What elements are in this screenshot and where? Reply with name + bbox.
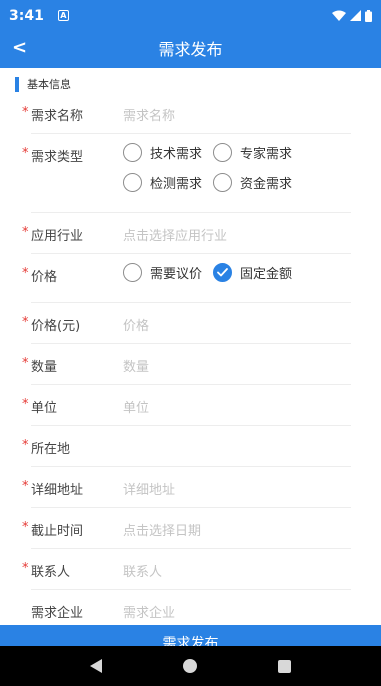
required-mark: * <box>22 266 29 281</box>
name-label: 需求名称 <box>31 109 84 124</box>
form-row-quantity: * 数量 数量 <box>0 344 381 385</box>
form-row-price-amount: * 价格(元) 价格 <box>0 303 381 344</box>
required-mark: * <box>22 225 29 240</box>
type-option-expert[interactable]: 专家需求 <box>213 143 292 162</box>
type-option-label: 专家需求 <box>240 147 293 162</box>
type-option-label: 资金需求 <box>240 177 293 192</box>
price-option-label: 需要议价 <box>150 267 203 282</box>
price-amount-input[interactable]: 价格 <box>123 315 149 334</box>
required-mark: * <box>22 438 29 453</box>
page-title: 需求发布 <box>158 40 223 59</box>
type-option-funding[interactable]: 资金需求 <box>213 173 292 192</box>
address-input[interactable]: 详细地址 <box>123 479 175 498</box>
type-label: 需求类型 <box>31 150 84 165</box>
status-icons <box>332 9 372 22</box>
price-amount-label: 价格(元) <box>31 319 81 334</box>
required-mark: * <box>22 315 29 330</box>
form-row-address: * 详细地址 详细地址 <box>0 467 381 508</box>
status-bar: 3:41 A <box>0 0 381 31</box>
radio-circle <box>123 143 142 162</box>
unit-label: 单位 <box>31 401 58 416</box>
type-option-label: 技术需求 <box>150 147 203 162</box>
contact-input[interactable]: 联系人 <box>123 561 162 580</box>
form-row-company: 需求企业 需求企业 <box>0 590 381 625</box>
price-option-label: 固定金额 <box>240 267 293 282</box>
section-accent-bar <box>15 77 19 92</box>
battery-icon <box>365 9 372 22</box>
unit-input[interactable]: 单位 <box>123 397 149 416</box>
company-input[interactable]: 需求企业 <box>123 602 175 621</box>
type-option-testing[interactable]: 检测需求 <box>123 173 202 192</box>
required-mark: * <box>22 356 29 371</box>
name-input[interactable]: 需求名称 <box>123 105 175 124</box>
radio-circle <box>123 173 142 192</box>
required-mark: * <box>22 105 29 120</box>
submit-button[interactable]: 需求发布 <box>0 625 381 646</box>
required-mark: * <box>22 146 29 161</box>
price-option-fixed[interactable]: 固定金额 <box>213 263 292 282</box>
checkmark-icon <box>213 263 232 282</box>
deadline-picker[interactable]: 点击选择日期 <box>123 520 201 539</box>
type-option-label: 检测需求 <box>150 177 203 192</box>
form-row-contact: * 联系人 联系人 <box>0 549 381 590</box>
form-row-deadline: * 截止时间 点击选择日期 <box>0 508 381 549</box>
radio-circle <box>213 143 232 162</box>
nav-home-icon[interactable] <box>182 659 197 673</box>
required-mark: * <box>22 397 29 412</box>
required-mark: * <box>22 479 29 494</box>
radio-circle <box>123 263 142 282</box>
type-option-tech[interactable]: 技术需求 <box>123 143 202 162</box>
industry-picker[interactable]: 点击选择应用行业 <box>123 225 227 244</box>
nav-recent-apps-icon[interactable] <box>277 659 291 673</box>
section-title: 基本信息 <box>27 78 71 91</box>
app-header: < 需求发布 <box>0 31 381 68</box>
wifi-icon <box>332 10 346 21</box>
company-label: 需求企业 <box>31 606 84 621</box>
contact-label: 联系人 <box>31 565 71 580</box>
required-mark: * <box>22 561 29 576</box>
address-label: 详细地址 <box>31 483 84 498</box>
location-label: 所在地 <box>31 442 71 457</box>
form-row-type: * 需求类型 技术需求 专家需求 检测需求 资金需求 <box>0 134 381 213</box>
quantity-label: 数量 <box>31 360 58 375</box>
required-mark: * <box>22 520 29 535</box>
system-nav-bar <box>0 646 381 686</box>
form-row-price: * 价格 需要议价 固定金额 <box>0 254 381 303</box>
signal-icon <box>350 10 361 21</box>
industry-label: 应用行业 <box>31 229 84 244</box>
form-row-name: * 需求名称 需求名称 <box>0 93 381 134</box>
form-row-industry: * 应用行业 点击选择应用行业 <box>0 213 381 254</box>
radio-circle <box>213 173 232 192</box>
price-label: 价格 <box>31 270 58 285</box>
deadline-label: 截止时间 <box>31 524 84 539</box>
form-row-location: * 所在地 <box>0 426 381 467</box>
quantity-input[interactable]: 数量 <box>123 356 149 375</box>
nav-back-icon[interactable] <box>90 659 103 673</box>
status-time: 3:41 <box>9 7 44 24</box>
notification-icon: A <box>57 10 69 21</box>
form-row-unit: * 单位 单位 <box>0 385 381 426</box>
price-option-negotiable[interactable]: 需要议价 <box>123 263 202 282</box>
